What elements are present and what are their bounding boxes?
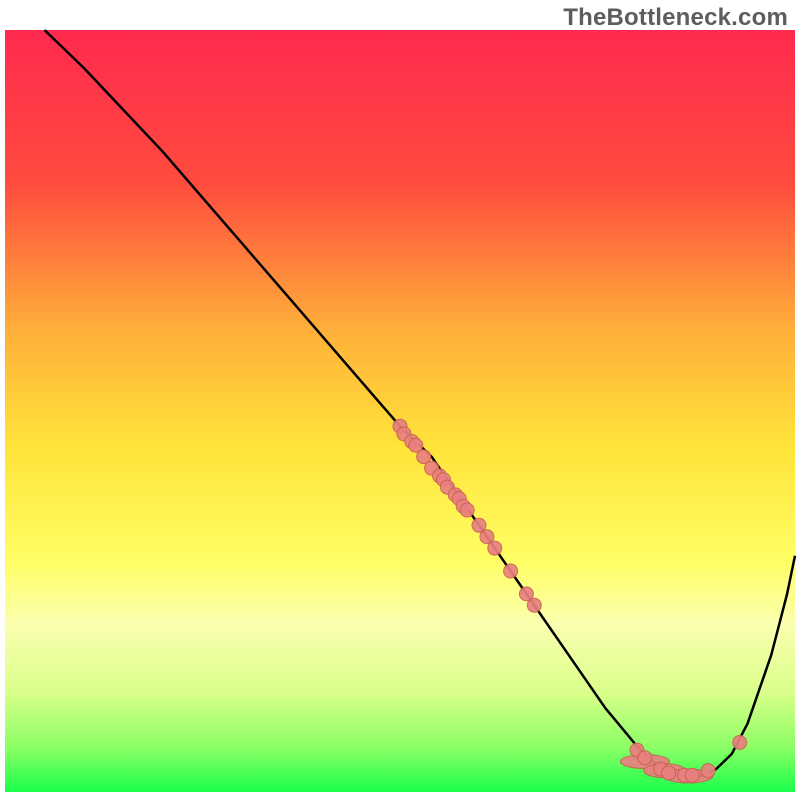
data-point [488,541,502,555]
bottleneck-chart: TheBottleneck.com [0,0,800,800]
data-point [638,751,652,765]
gradient-background [5,30,795,792]
data-point [460,503,474,517]
data-point [527,598,541,612]
data-point [662,766,676,780]
data-point [701,764,715,778]
data-point [685,768,699,782]
data-point [733,735,747,749]
chart-canvas [0,0,800,800]
data-point [504,564,518,578]
